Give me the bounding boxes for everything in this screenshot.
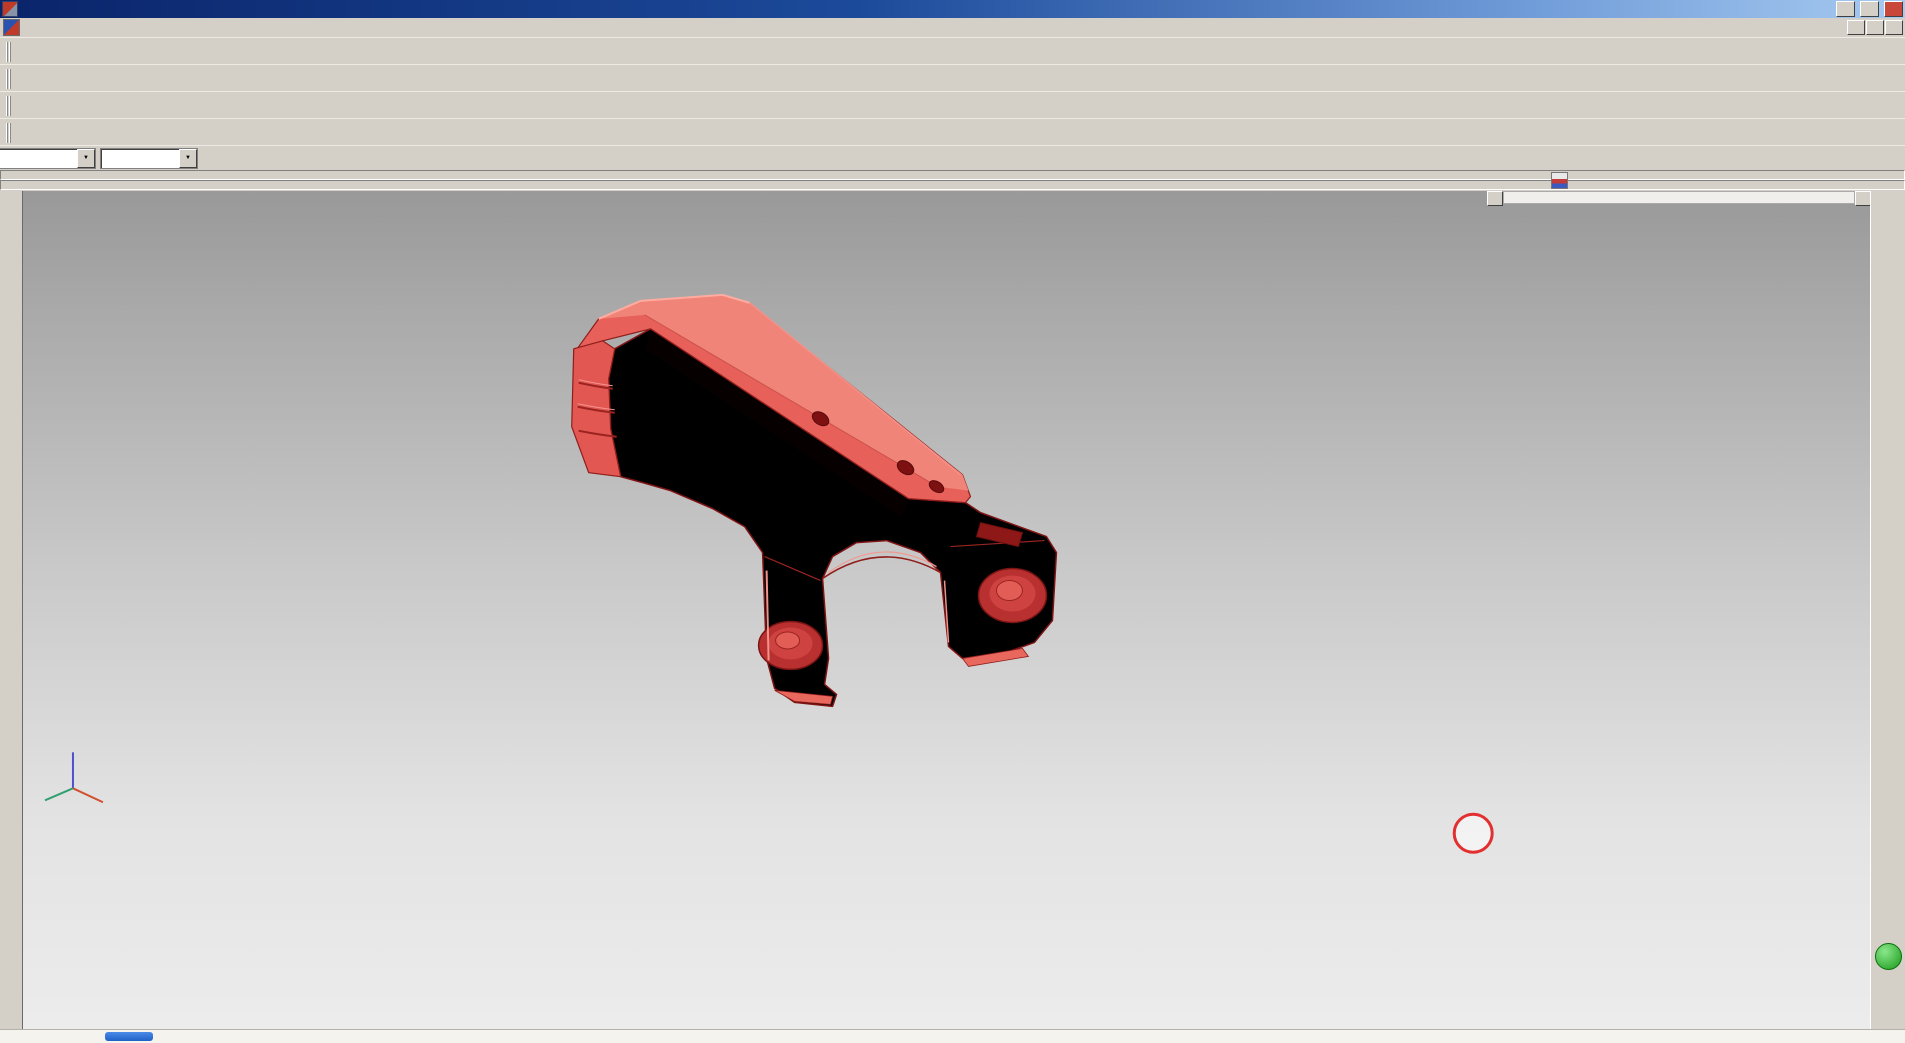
watermark: [1452, 812, 1492, 852]
prompt-line: [0, 170, 1905, 180]
chevron-down-icon[interactable]: ▼: [179, 149, 197, 168]
menu-bar: [0, 18, 1905, 38]
mdi-window-controls: [1846, 20, 1903, 35]
part-model[interactable]: [572, 295, 1057, 707]
scroll-left-button[interactable]: [1487, 191, 1503, 206]
toolbar-standard: [0, 37, 1905, 66]
status-line: [0, 180, 1905, 190]
wcs-triad[interactable]: [45, 752, 103, 802]
title-bar: [0, 0, 1905, 18]
mdi-close-button[interactable]: [1885, 20, 1903, 35]
toolbar-grip[interactable]: [6, 69, 11, 89]
toolbar-grip[interactable]: [6, 42, 11, 62]
app-icon: [2, 1, 18, 17]
toolbar-feature: [0, 64, 1905, 93]
scroll-right-button[interactable]: [1855, 191, 1871, 206]
minimize-button[interactable]: [1836, 1, 1855, 17]
y-axis: [45, 788, 73, 800]
graphics-viewport[interactable]: [22, 191, 1871, 1030]
close-button[interactable]: [1884, 1, 1903, 17]
main-area: [0, 191, 1905, 1030]
notification-badge[interactable]: [1875, 943, 1902, 970]
toolbar-curve: [0, 118, 1905, 147]
nx-part-icon: [3, 19, 20, 36]
left-toolbar: [0, 191, 23, 1030]
selection-filter-dropdown[interactable]: ▼: [0, 148, 96, 169]
x-axis: [73, 788, 103, 802]
horizontal-scrollbar[interactable]: [1487, 191, 1871, 204]
notch-arch-highlight: [829, 552, 937, 573]
taskbar: [0, 1029, 1905, 1043]
toolbar-grip[interactable]: [6, 123, 11, 143]
mdi-minimize-button[interactable]: [1847, 20, 1865, 35]
scrollbar-track[interactable]: [1503, 191, 1855, 204]
taskbar-button-fragment[interactable]: [105, 1032, 153, 1041]
nx-application-window: ▼ ▼: [0, 0, 1905, 1043]
watermark-logo-circle: [1454, 814, 1492, 852]
status-bar: [0, 169, 1905, 191]
selection-scope-dropdown[interactable]: ▼: [100, 148, 198, 169]
chevron-down-icon[interactable]: ▼: [77, 149, 95, 168]
toolbar-custom-macros: [0, 91, 1905, 120]
maximize-button[interactable]: [1860, 1, 1879, 17]
toolbar-grip[interactable]: [6, 96, 11, 116]
resource-bar: [1870, 191, 1905, 1030]
selection-bar: ▼ ▼: [0, 145, 1905, 171]
right-boss-top: [996, 581, 1022, 601]
graphics-window[interactable]: [23, 191, 1871, 1029]
dialog-rail-icon[interactable]: [1551, 172, 1568, 189]
mdi-restore-button[interactable]: [1866, 20, 1884, 35]
left-boss-top: [776, 632, 800, 649]
